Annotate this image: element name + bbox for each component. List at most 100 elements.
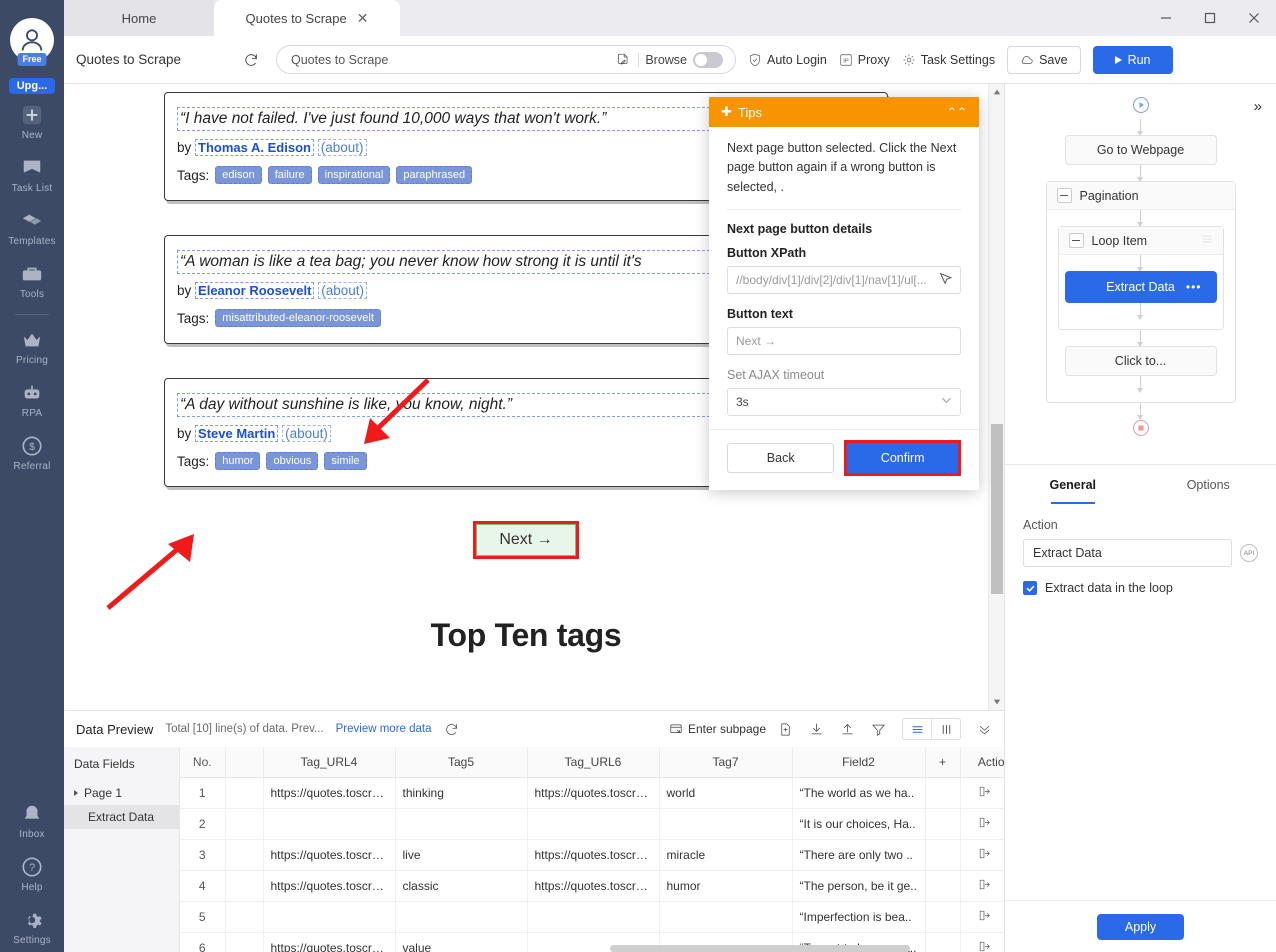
play-circle-icon[interactable]: [1132, 96, 1150, 119]
tag-chip[interactable]: misattributed-eleanor-roosevelt: [215, 309, 381, 327]
column-header-blank[interactable]: [225, 747, 263, 777]
sidebar-item-templates[interactable]: Templates: [0, 200, 64, 253]
sidebar-item-task-list[interactable]: Task List: [0, 147, 64, 200]
column-header-tag-url6[interactable]: Tag_URL6: [527, 747, 659, 777]
scroll-down-icon[interactable]: [989, 694, 1004, 710]
column-header-tag7[interactable]: Tag7: [659, 747, 792, 777]
cursor-pick-icon[interactable]: [939, 272, 952, 288]
quote-author[interactable]: Steve Martin: [195, 425, 278, 442]
upload-icon[interactable]: [840, 722, 855, 737]
url-bar[interactable]: Browse: [276, 45, 736, 74]
field-node-page-1[interactable]: Page 1: [64, 781, 179, 805]
enter-page-icon[interactable]: [978, 785, 991, 798]
column-header-no[interactable]: No.: [180, 747, 225, 777]
xpath-field[interactable]: //body/div[1]/div[2]/div[1]/nav[1]/ul[..…: [727, 266, 961, 294]
sidebar-item-referral[interactable]: $ Referral: [0, 425, 64, 478]
sidebar-item-inbox[interactable]: Inbox: [0, 793, 64, 846]
browse-toggle[interactable]: [693, 52, 723, 68]
upgrade-button[interactable]: Upg...: [9, 78, 56, 94]
tag-chip[interactable]: simile: [324, 452, 366, 470]
next-page-button[interactable]: Next →: [476, 524, 575, 556]
action-input[interactable]: Extract Data: [1023, 539, 1232, 567]
ajax-timeout-select[interactable]: 3s: [727, 388, 961, 416]
task-settings-button[interactable]: Task Settings: [902, 53, 995, 67]
workflow-node-go-to-webpage[interactable]: Go to Webpage: [1065, 135, 1217, 165]
quote-author[interactable]: Thomas A. Edison: [195, 139, 314, 156]
pagination-header[interactable]: Pagination: [1047, 182, 1235, 210]
close-icon[interactable]: ✕: [357, 11, 369, 25]
column-header-field2[interactable]: Field2: [792, 747, 925, 777]
list-icon[interactable]: [1201, 233, 1213, 248]
table-row[interactable]: 1 https://quotes.toscra... thinking http…: [180, 777, 1004, 808]
more-options-icon[interactable]: •••: [1186, 280, 1202, 294]
enter-page-icon[interactable]: [978, 878, 991, 891]
page-scrollbar[interactable]: [988, 84, 1004, 710]
filter-icon[interactable]: [871, 722, 886, 737]
avatar[interactable]: Free: [10, 18, 54, 62]
chevron-up-double-icon[interactable]: ⌃⌃: [947, 105, 967, 119]
quote-author[interactable]: Eleanor Roosevelt: [195, 282, 314, 299]
browse-toggle-group[interactable]: Browse: [645, 52, 729, 68]
add-column-button[interactable]: +: [925, 747, 960, 777]
refresh-icon[interactable]: [444, 722, 459, 737]
about-link[interactable]: (about): [318, 139, 367, 156]
data-table-wrapper[interactable]: No. Tag_URL4 Tag5 Tag_URL6 Tag7 Field2 +: [180, 747, 1004, 952]
tag-chip[interactable]: inspirational: [318, 166, 391, 184]
chevron-down-icon[interactable]: [941, 395, 952, 409]
preview-more-data-link[interactable]: Preview more data: [336, 723, 432, 735]
chevrons-right-icon[interactable]: »: [1254, 98, 1262, 115]
confirm-button[interactable]: Confirm: [847, 443, 958, 473]
close-icon[interactable]: [1232, 0, 1276, 36]
enter-page-icon[interactable]: [978, 847, 991, 860]
workflow-node-click-to[interactable]: Click to...: [1065, 346, 1217, 376]
workflow-node-extract-data[interactable]: Extract Data •••: [1065, 271, 1217, 303]
maximize-icon[interactable]: [1188, 0, 1232, 36]
column-view-icon[interactable]: [932, 719, 960, 739]
tab-options[interactable]: Options: [1141, 465, 1276, 504]
download-icon[interactable]: [809, 722, 824, 737]
tab-home[interactable]: Home: [64, 0, 214, 36]
extract-in-loop-checkbox[interactable]: [1023, 581, 1037, 595]
list-view-icon[interactable]: [903, 719, 931, 739]
extract-in-loop-row[interactable]: Extract data in the loop: [1023, 581, 1258, 595]
enter-subpage-button[interactable]: Enter subpage: [669, 722, 766, 736]
stop-circle-icon[interactable]: [1132, 419, 1150, 442]
collapse-down-icon[interactable]: [977, 722, 992, 737]
sidebar-item-tools[interactable]: Tools: [0, 253, 64, 306]
proxy-button[interactable]: IP Proxy: [839, 53, 890, 67]
tag-chip[interactable]: failure: [268, 166, 312, 184]
loop-item-header[interactable]: Loop Item: [1059, 227, 1223, 255]
search-input[interactable]: [291, 53, 608, 67]
sidebar-item-settings[interactable]: Settings: [0, 899, 64, 952]
run-button[interactable]: Run: [1093, 46, 1173, 74]
table-row[interactable]: 3 https://quotes.toscra... live https://…: [180, 839, 1004, 870]
sidebar-item-help[interactable]: ? Help: [0, 846, 64, 899]
minimize-icon[interactable]: [1144, 0, 1188, 36]
sidebar-item-pricing[interactable]: Pricing: [0, 319, 64, 372]
apply-button[interactable]: Apply: [1097, 914, 1184, 940]
collapse-minus-icon[interactable]: [1069, 233, 1084, 248]
workflow-group-pagination[interactable]: Pagination Loop Item Extract Data: [1046, 181, 1236, 403]
field-node-extract-data[interactable]: Extract Data: [64, 805, 179, 829]
tag-chip[interactable]: edison: [215, 166, 261, 184]
enter-page-icon[interactable]: [978, 909, 991, 922]
tag-chip[interactable]: humor: [215, 452, 260, 470]
back-button[interactable]: Back: [727, 443, 834, 473]
button-text-field[interactable]: Next →: [727, 327, 961, 355]
column-header-tag5[interactable]: Tag5: [395, 747, 527, 777]
auto-login-button[interactable]: Auto Login: [748, 53, 827, 67]
sidebar-item-new[interactable]: New: [0, 94, 64, 147]
collapse-minus-icon[interactable]: [1057, 188, 1072, 203]
about-link[interactable]: (about): [318, 282, 367, 299]
table-row[interactable]: 5 “Imperfection is bea..: [180, 901, 1004, 932]
column-header-tag-url4[interactable]: Tag_URL4: [263, 747, 395, 777]
workflow-group-loop-item[interactable]: Loop Item Extract Data •••: [1058, 226, 1224, 330]
api-icon[interactable]: API: [1240, 544, 1258, 562]
enter-page-icon[interactable]: [978, 940, 991, 952]
edit-document-icon[interactable]: [614, 53, 632, 67]
table-horizontal-scrollbar[interactable]: [610, 945, 910, 952]
save-button[interactable]: Save: [1007, 46, 1081, 74]
about-link[interactable]: (about): [282, 425, 331, 442]
sidebar-item-rpa[interactable]: RPA: [0, 372, 64, 425]
tag-chip[interactable]: obvious: [266, 452, 318, 470]
